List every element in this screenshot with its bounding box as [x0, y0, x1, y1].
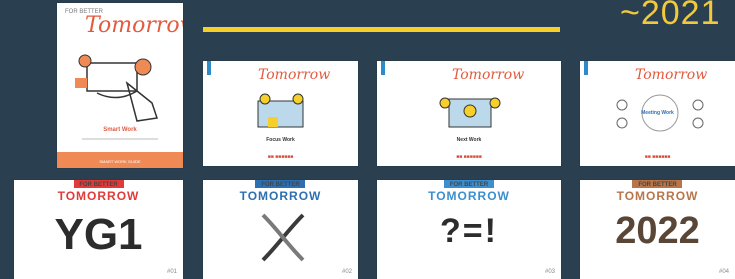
cover-tag: #03 [544, 269, 555, 275]
cover-caption: Focus Work [266, 137, 295, 143]
cover-top: FOR BETTER [449, 182, 489, 188]
red-tag: ■■ ■■■■■■ [267, 154, 294, 160]
smart-work-illustration [75, 54, 158, 122]
cover-script-title: Tomorrow [635, 67, 708, 83]
cover-script-title: Tomorrow [258, 67, 331, 83]
cover-yg1[interactable]: FOR BETTER TOMORROW YG1 #01 [14, 180, 183, 279]
red-tag: ■■ ■■■■■■ [644, 154, 671, 160]
red-tag: ■■ ■■■■■■ [456, 154, 482, 160]
cover-2022[interactable]: FOR BETTER TOMORROW 2022 #04 [580, 180, 735, 279]
featured-cover[interactable]: FOR BETTER Tomorrow Smart Work SMART WOR… [57, 3, 183, 168]
cover-tag: #04 [718, 269, 729, 275]
focus-work-illustration [257, 93, 304, 128]
cover-head: TOMORROW [428, 189, 510, 203]
cover-dna[interactable]: FOR BETTER TOMORROW #02 [203, 180, 358, 279]
cover-line [82, 138, 158, 140]
cover-big-title: 2022 [615, 210, 700, 252]
cover-meeting-work[interactable]: Tomorrow Meeting Work ■■ ■■■■■■ [580, 61, 735, 166]
cover-next-work[interactable]: Tomorrow Next Work ■■ ■■■■■■ [377, 61, 561, 166]
cover-focus-work[interactable]: Tomorrow Focus Work ■■ ■■■■■■ [203, 61, 358, 166]
cover-top: FOR BETTER [261, 182, 300, 188]
year-rule [203, 27, 560, 32]
cover-caption: Next Work [456, 137, 482, 143]
cover-head: TOMORROW [57, 189, 140, 203]
next-work-illustration [439, 97, 501, 128]
cover-head: TOMORROW [239, 189, 322, 203]
cover-tag: #01 [166, 269, 177, 275]
cover-caption: Meeting Work [641, 110, 674, 116]
accent-tab [584, 61, 588, 75]
cover-question-equals-bang[interactable]: FOR BETTER TOMORROW ?=! #03 [377, 180, 561, 279]
accent-tab [207, 61, 211, 75]
year-label: ~2021 [620, 0, 721, 32]
cover-tag: #02 [341, 269, 352, 275]
cover-top: FOR BETTER [638, 182, 677, 188]
cover-footer-text: SMART WORK GUIDE [99, 159, 141, 164]
dna-helix-illustration [261, 213, 305, 262]
cover-script-title: Tomorrow [85, 13, 183, 38]
cover-script-title: Tomorrow [452, 67, 525, 83]
cover-caption: Smart Work [103, 127, 137, 133]
cover-head: TOMORROW [616, 189, 699, 203]
cover-big-title: ?=! [440, 212, 498, 250]
cover-big-title: YG1 [54, 210, 143, 259]
cover-top: FOR BETTER [79, 182, 118, 188]
accent-tab [381, 61, 385, 75]
